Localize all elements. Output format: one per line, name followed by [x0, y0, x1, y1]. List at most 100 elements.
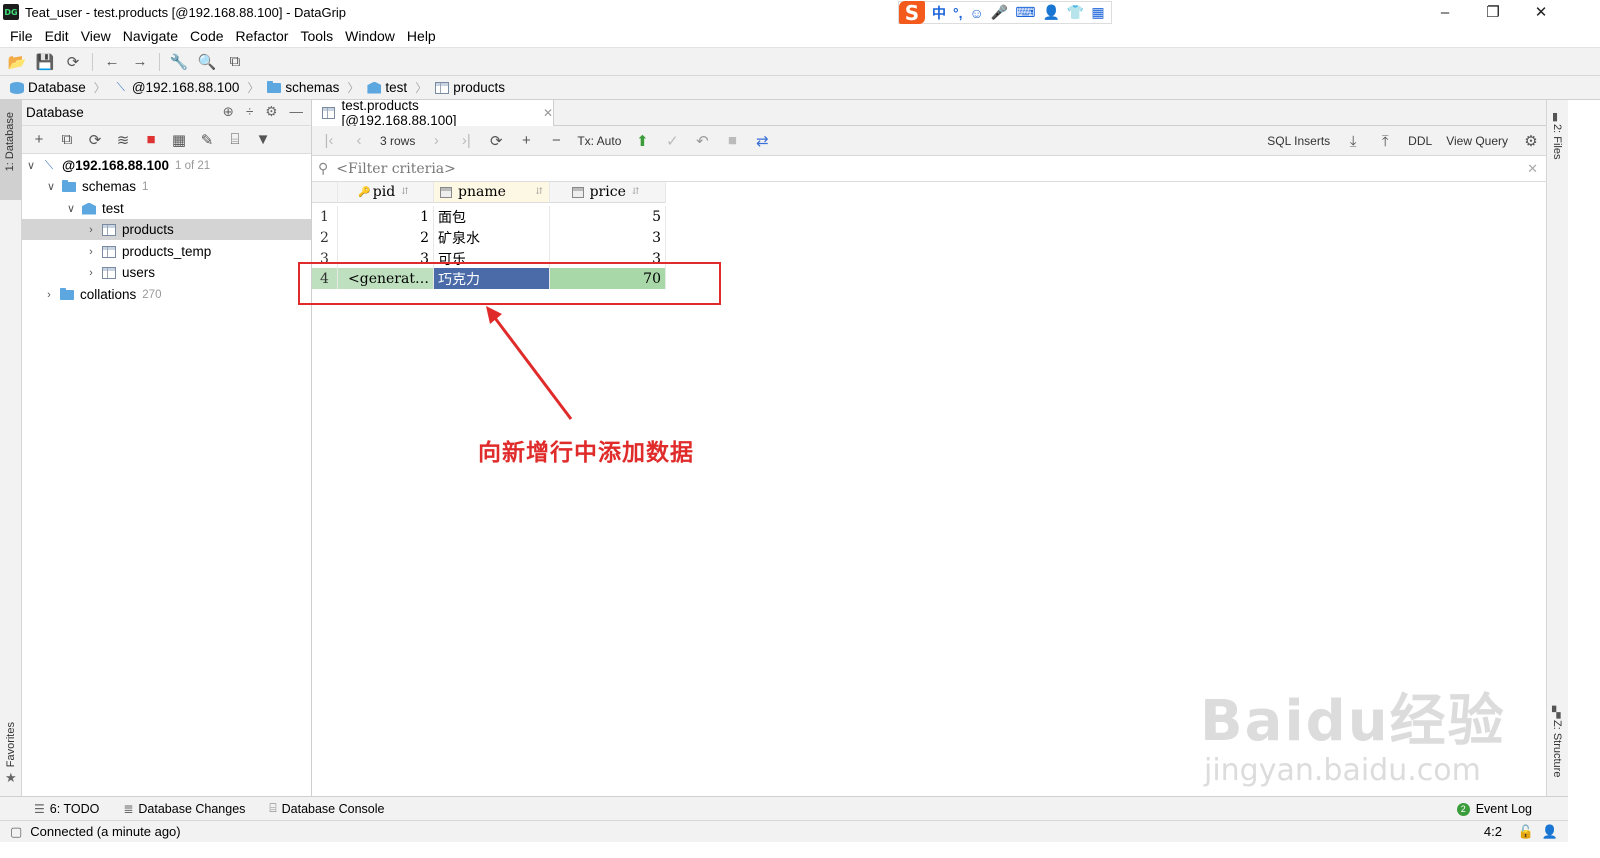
tree-node-schema-test[interactable]: ∨ test — [22, 198, 311, 219]
breadcrumb-table-products[interactable]: products — [435, 80, 509, 95]
filter-icon[interactable]: ▼ — [254, 131, 272, 149]
table-row[interactable]: 2 2 矿泉水 3 — [312, 227, 666, 248]
chevron-right-icon[interactable]: › — [84, 224, 98, 236]
duplicate-icon[interactable]: ⧉ — [58, 131, 76, 149]
database-tool-tab[interactable]: 1: Database — [0, 100, 22, 200]
edit-icon[interactable]: ✎ — [198, 131, 216, 149]
cursor-position[interactable]: 4:2 — [1484, 824, 1502, 839]
chevron-down-icon[interactable]: ∨ — [24, 159, 38, 172]
reload-icon[interactable]: ⟳ — [487, 132, 505, 150]
add-row-icon[interactable]: + — [517, 132, 535, 150]
back-icon[interactable]: ← — [103, 53, 121, 71]
column-header-price[interactable]: price ⇵ — [550, 182, 666, 203]
settings-wrench-icon[interactable]: 🔧 — [170, 53, 189, 71]
user-icon[interactable]: 👤 — [1042, 4, 1059, 21]
menu-view[interactable]: View — [75, 28, 117, 44]
chevron-down-icon[interactable]: ∨ — [64, 202, 78, 215]
lock-icon[interactable]: 🔓 — [1518, 824, 1534, 840]
database-console-tab[interactable]: ⌸ Database Console — [269, 801, 384, 816]
sync-icon[interactable]: ⟳ — [64, 53, 82, 71]
files-tool-tab[interactable]: 2: Files — [1551, 124, 1563, 159]
forward-icon[interactable]: → — [131, 53, 149, 71]
chevron-down-icon[interactable]: ∨ — [44, 180, 58, 193]
cell-pname[interactable]: 矿泉水 — [434, 227, 550, 248]
stop-icon[interactable]: ■ — [142, 131, 160, 149]
open-folder-icon[interactable]: 📂 — [8, 53, 27, 71]
breadcrumb-schemas[interactable]: schemas — [267, 80, 343, 95]
sort-icon[interactable]: ⇵ — [401, 187, 409, 197]
database-changes-tab[interactable]: ≣ Database Changes — [123, 802, 245, 816]
ime-punct-indicator[interactable]: °, — [953, 5, 963, 21]
menu-navigate[interactable]: Navigate — [117, 28, 184, 44]
commit-icon[interactable]: ✓ — [663, 132, 681, 150]
tree-node-host[interactable]: ∨ ⟍ @192.168.88.100 1 of 21 — [22, 155, 311, 176]
gear-icon[interactable]: ⚙ — [265, 104, 277, 120]
tree-node-table-products-temp[interactable]: › products_temp — [22, 241, 311, 262]
structure-tool-tab[interactable]: Z: Structure — [1551, 720, 1563, 777]
menu-tools[interactable]: Tools — [294, 28, 339, 44]
tree-node-schemas[interactable]: ∨ schemas 1 — [22, 176, 311, 197]
cell-price[interactable]: 3 — [550, 227, 666, 248]
rollback-icon[interactable]: ↶ — [693, 132, 711, 150]
clear-filter-icon[interactable]: ✕ — [1527, 161, 1538, 177]
delete-row-icon[interactable]: − — [547, 132, 565, 150]
breadcrumb-database[interactable]: Database — [10, 80, 90, 95]
menu-code[interactable]: Code — [184, 28, 229, 44]
gear-icon[interactable]: ⚙ — [1522, 132, 1540, 150]
add-icon[interactable]: + — [30, 131, 48, 149]
event-log-tab[interactable]: 2 Event Log — [1456, 797, 1532, 821]
status-window-icon[interactable]: ▢ — [10, 824, 22, 840]
maximize-button[interactable]: ❐ — [1470, 0, 1516, 24]
close-button[interactable]: ✕ — [1518, 0, 1564, 24]
next-page-icon[interactable]: › — [427, 132, 445, 150]
rows-count[interactable]: 3 rows — [380, 134, 415, 148]
menu-window[interactable]: Window — [339, 28, 401, 44]
ime-mode-indicator[interactable]: 中 — [932, 3, 946, 23]
previous-page-icon[interactable]: ‹ — [350, 132, 368, 150]
last-page-icon[interactable]: ›| — [457, 132, 475, 150]
sort-icon[interactable]: ⇵ — [632, 187, 640, 197]
menu-refactor[interactable]: Refactor — [230, 28, 295, 44]
microphone-icon[interactable]: 🎤 — [991, 4, 1008, 21]
export-icon[interactable]: ⤓ — [1344, 132, 1362, 150]
minimize-button[interactable]: – — [1422, 0, 1468, 24]
import-icon[interactable]: ⤒ — [1376, 132, 1394, 150]
schema-sync-icon[interactable]: ≋ — [114, 131, 132, 149]
sql-inserts-dropdown[interactable]: SQL Inserts — [1267, 134, 1330, 148]
sort-icon[interactable]: ⇵ — [535, 187, 543, 197]
sogou-logo-icon[interactable]: S — [899, 1, 925, 25]
menu-edit[interactable]: Edit — [39, 28, 75, 44]
ddl-button[interactable]: DDL — [1408, 134, 1432, 148]
console-icon[interactable]: ⌸ — [226, 131, 244, 149]
chevron-right-icon[interactable]: › — [42, 289, 56, 301]
search-icon[interactable]: 🔍 — [198, 53, 217, 71]
close-tab-icon[interactable]: ✕ — [543, 106, 553, 120]
cell-price[interactable]: 5 — [550, 206, 666, 227]
cell-pname[interactable]: 面包 — [434, 206, 550, 227]
ime-toolbar[interactable]: S 中 °, ☺ 🎤 ⌨ 👤 👕 ▦ — [898, 1, 1112, 25]
save-icon[interactable]: 💾 — [36, 53, 55, 71]
filter-input[interactable]: <Filter criteria> — [336, 161, 456, 177]
hide-panel-icon[interactable]: — — [290, 104, 304, 120]
cancel-query-icon[interactable]: ■ — [723, 132, 741, 150]
datasource-properties-icon[interactable]: ⧉ — [226, 53, 244, 71]
skin-icon[interactable]: 👕 — [1067, 4, 1084, 21]
todo-tab[interactable]: ☰ 6: TODO — [34, 802, 99, 816]
tree-node-collations[interactable]: › collations 270 — [22, 284, 311, 305]
submit-icon[interactable]: ⬆ — [633, 132, 651, 150]
menu-file[interactable]: File — [4, 28, 39, 44]
table-row[interactable]: 1 1 面包 5 — [312, 206, 666, 227]
user-icon[interactable]: 👤 — [1542, 824, 1558, 840]
column-header-pid[interactable]: 🔑 pid ⇵ — [338, 182, 434, 203]
favorites-tool-tab[interactable]: Favorites — [5, 722, 17, 767]
collapse-icon[interactable]: ÷ — [246, 104, 253, 120]
cell-pid[interactable]: 1 — [338, 206, 434, 227]
refresh-icon[interactable]: ⟳ — [86, 131, 104, 149]
filter-bar[interactable]: ⚲ <Filter criteria> ✕ — [312, 156, 1546, 182]
chevron-right-icon[interactable]: › — [84, 267, 98, 279]
breadcrumb-host[interactable]: ⟍ @192.168.88.100 — [114, 80, 244, 95]
chevron-right-icon[interactable]: › — [84, 246, 98, 258]
compare-icon[interactable]: ⇄ — [753, 132, 771, 150]
cell-pid[interactable]: 2 — [338, 227, 434, 248]
tx-mode-dropdown[interactable]: Tx: Auto — [577, 134, 621, 148]
